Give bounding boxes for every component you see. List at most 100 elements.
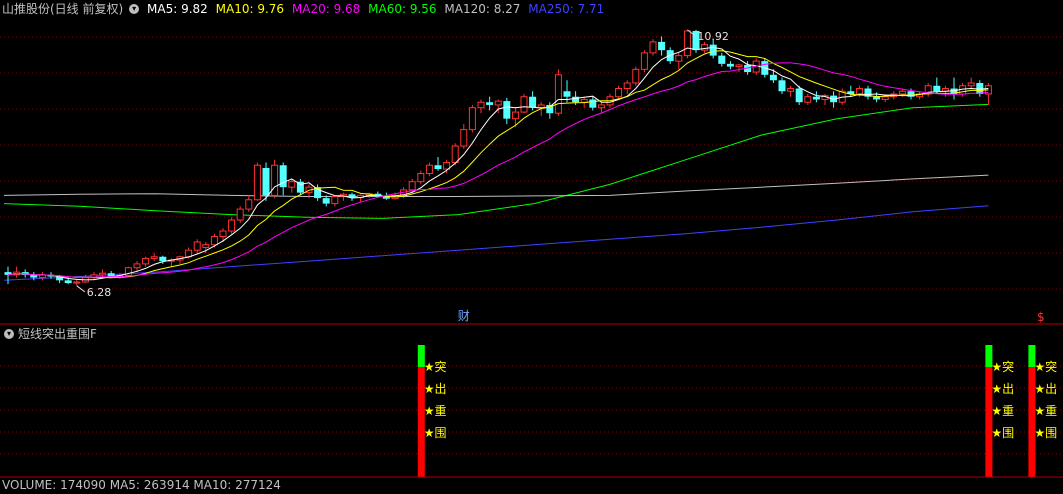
signal-star-label: ★突 <box>424 359 447 374</box>
candle-body <box>554 74 562 114</box>
indicator-title: 短线突出重围F <box>18 327 97 341</box>
candle-body <box>933 85 941 92</box>
candle-body <box>322 198 330 204</box>
candle-body <box>615 88 623 98</box>
candle-body <box>503 101 511 119</box>
signal-star-label: ★重 <box>991 404 1014 418</box>
ma250-label: MA250: 7.71 <box>528 2 605 16</box>
short-ma-lines <box>7 46 989 281</box>
finance-marker: 财 <box>458 309 470 323</box>
candle-body <box>873 96 881 100</box>
candle-body <box>967 82 975 87</box>
signal-star-label: ★围 <box>991 426 1014 440</box>
main-chart-header: 山推股份(日线 前复权) ▾ MA5: 9.82 MA10: 9.76 MA20:… <box>2 0 608 18</box>
candle-body <box>210 235 218 246</box>
candle-body <box>434 165 442 170</box>
candle-body <box>460 129 468 147</box>
candle-body <box>726 63 734 67</box>
candle-body <box>795 88 803 103</box>
candle-body <box>563 91 571 97</box>
ma5-label: MA5: 9.82 <box>147 2 208 16</box>
candle-body <box>271 164 279 196</box>
candle-body <box>73 281 81 284</box>
dividend-marker: $ <box>1037 310 1045 324</box>
candle-body <box>675 55 683 62</box>
candle-body <box>494 100 502 106</box>
signal-star-label: ★围 <box>424 426 447 440</box>
ma120-label: MA120: 8.27 <box>444 2 521 16</box>
candle-body <box>331 195 339 205</box>
candle-body <box>451 145 459 164</box>
candle-body <box>597 104 605 109</box>
ma60-label: MA60: 9.56 <box>368 2 437 16</box>
candle-body <box>812 96 820 100</box>
ma60-line <box>3 103 989 219</box>
candle-body <box>228 219 236 232</box>
candle-body <box>142 257 150 265</box>
chevron-down-icon[interactable]: ▾ <box>129 3 140 14</box>
signal-star-label: ★突 <box>1034 359 1057 374</box>
candle-body <box>288 181 296 188</box>
signal-star-label: ★出 <box>991 382 1014 396</box>
grid-lines <box>0 36 1063 290</box>
ma5-line <box>7 46 989 281</box>
signal-star-label: ★突 <box>991 359 1014 374</box>
price-markers: 10.92 6.28 财 $ <box>76 29 1045 324</box>
candle-body <box>245 199 253 210</box>
candle-body <box>572 96 580 103</box>
signal-star-label: ★重 <box>424 404 447 418</box>
candle-body <box>408 181 416 191</box>
low-pointer <box>76 285 86 293</box>
chevron-down-icon[interactable]: ▾ <box>4 328 14 339</box>
candle-body <box>580 98 588 103</box>
candle-body <box>735 64 743 68</box>
candle-body <box>236 208 244 221</box>
candle-body <box>486 102 494 105</box>
candle-body <box>589 99 597 108</box>
candle-body <box>649 41 657 54</box>
candle-body <box>253 164 261 201</box>
stock-chart: 10.92 6.28 财 $ ★突 ★出 ★重 ★围 ★突 ★出 ★重 ★围 ★突 ★出 ★重 ★围 <box>0 29 1063 478</box>
high-price-label: 10.92 <box>697 30 729 43</box>
candle-body <box>658 41 666 51</box>
candle-body <box>202 244 210 248</box>
candle-body <box>529 96 537 108</box>
candle-body <box>804 96 812 103</box>
indicator-header: ▾ 短线突出重围F <box>2 325 101 343</box>
ma120-line <box>3 174 989 197</box>
candle-body <box>718 55 726 64</box>
candle-body <box>64 280 72 284</box>
stock-title: 山推股份(日线 前复权) <box>2 2 124 16</box>
long-ma-lines <box>3 103 989 281</box>
candle-body <box>640 52 648 70</box>
candle-body <box>520 96 528 113</box>
candle-body <box>150 256 158 259</box>
candle-body <box>632 68 640 84</box>
ma20-label: MA20: 9.68 <box>291 2 361 16</box>
candle-body <box>769 74 777 81</box>
candle-body <box>468 107 476 131</box>
ma10-line <box>7 50 989 279</box>
candle-body <box>787 88 795 92</box>
volume-header: VOLUME: 174090 MA5: 263914 MA10: 277124 <box>2 476 285 494</box>
candle-body <box>898 90 906 95</box>
signal-bars: ★突 ★出 ★重 ★围 ★突 ★出 ★重 ★围 ★突 ★出 ★重 ★围 <box>417 345 1057 477</box>
candle-body <box>159 256 167 262</box>
signal-star-label: ★出 <box>1034 382 1057 396</box>
low-price-label: 6.28 <box>87 286 112 299</box>
candle-body <box>683 30 691 57</box>
candle-body <box>881 96 889 100</box>
candle-body <box>709 44 717 56</box>
candle-body <box>133 263 141 269</box>
candle-body <box>511 111 519 120</box>
candle-body <box>477 101 485 109</box>
candle-body <box>262 167 270 196</box>
candle-body <box>701 44 709 51</box>
ma10-label: MA10: 9.76 <box>215 2 285 16</box>
candle-body <box>623 82 631 90</box>
candle-body <box>219 230 227 237</box>
candle-body <box>99 272 107 276</box>
signal-star-label: ★出 <box>424 382 447 396</box>
candle-body <box>417 172 425 183</box>
signal-star-label: ★围 <box>1034 426 1057 440</box>
